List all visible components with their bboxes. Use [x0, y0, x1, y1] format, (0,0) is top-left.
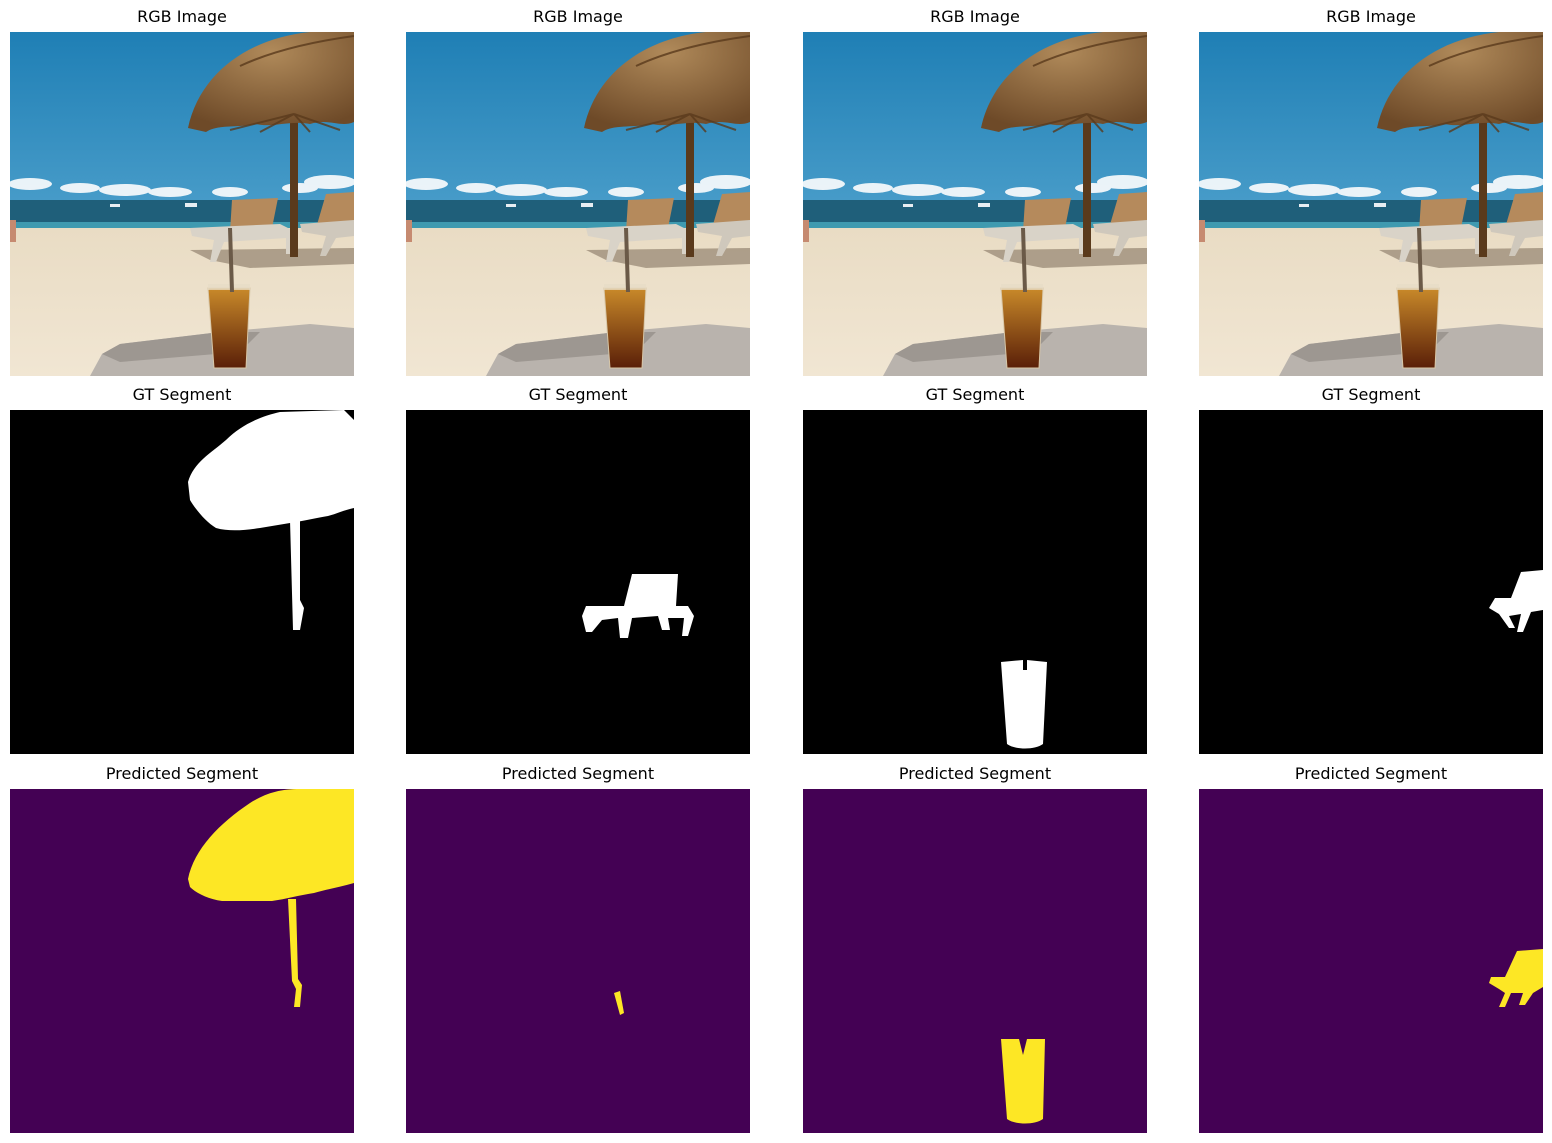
rgb-image: [1199, 32, 1543, 376]
pred-mask-glass: [803, 789, 1147, 1133]
gt-mask-chair: [406, 410, 750, 754]
pred-mask-chair: [406, 789, 750, 1133]
panel-title: Predicted Segment: [501, 764, 655, 783]
panel-title: Predicted Segment: [1294, 764, 1448, 783]
panel-title: RGB Image: [1326, 7, 1416, 26]
pred-mask-umbrella: [10, 789, 354, 1133]
rgb-image: [803, 32, 1147, 376]
panel-title: GT Segment: [528, 385, 628, 404]
gt-mask-glass: [803, 410, 1147, 754]
mask-region: [1001, 660, 1047, 749]
panel-title: RGB Image: [930, 7, 1020, 26]
gt-mask-umbrella: [10, 410, 354, 754]
panel-title: GT Segment: [1321, 385, 1421, 404]
panel-title: GT Segment: [925, 385, 1025, 404]
panel-title: RGB Image: [137, 7, 227, 26]
panel-title: Predicted Segment: [105, 764, 259, 783]
rgb-image: [10, 32, 354, 376]
rgb-image: [406, 32, 750, 376]
panel-title: RGB Image: [533, 7, 623, 26]
panel-title: GT Segment: [132, 385, 232, 404]
gt-mask-chair-right: [1199, 410, 1543, 754]
pred-mask-chair-right: [1199, 789, 1543, 1133]
panel-title: Predicted Segment: [898, 764, 1052, 783]
